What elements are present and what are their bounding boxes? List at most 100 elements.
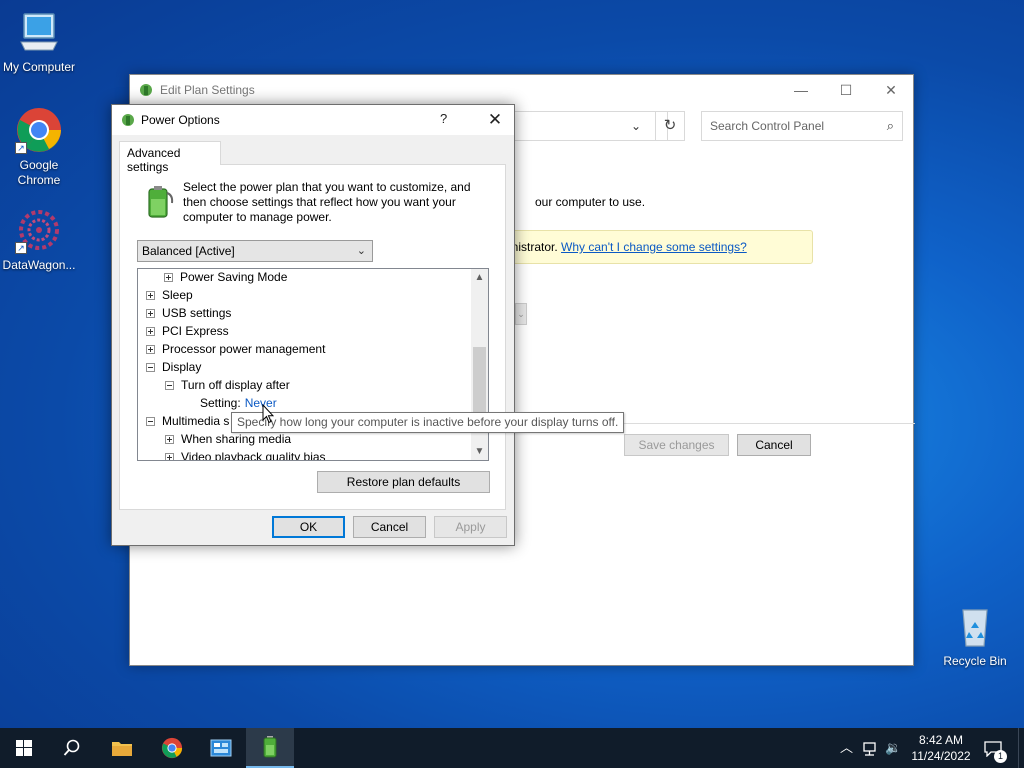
chevron-up-icon[interactable]: ︿ xyxy=(840,728,853,768)
cancel-button[interactable]: Cancel xyxy=(737,434,811,456)
refresh-icon[interactable]: ↻ xyxy=(655,111,685,141)
file-explorer-icon[interactable] xyxy=(98,728,146,768)
power-options-icon xyxy=(120,112,136,128)
tree-item-power-saving-mode[interactable]: Power Saving Mode xyxy=(164,269,288,286)
save-changes-button[interactable]: Save changes xyxy=(624,434,729,456)
tree-item-video-playback[interactable]: Video playback quality bias xyxy=(165,448,326,461)
address-bar[interactable]: ⌄ xyxy=(510,111,668,141)
chrome-icon[interactable] xyxy=(148,728,196,768)
clock-date: 11/24/2022 xyxy=(911,749,971,763)
mouse-cursor-icon xyxy=(262,403,275,427)
tree-item-processor-power[interactable]: Processor power management xyxy=(146,340,325,358)
dialog-title-bar[interactable]: Power Options ? ✕ xyxy=(112,105,514,135)
why-cant-change-link[interactable]: Why can't I change some settings? xyxy=(561,240,747,254)
intro-text: Select the power plan that you want to c… xyxy=(183,180,471,224)
close-button[interactable]: ✕ xyxy=(868,75,914,105)
expand-icon[interactable] xyxy=(146,345,155,354)
desktop-icon-chrome[interactable]: ↗ Google Chrome xyxy=(0,106,79,188)
tree-item-label: Video playback quality bias xyxy=(181,450,326,461)
system-clock[interactable]: 8:42 AM 11/24/2022 xyxy=(904,732,978,764)
title-bar[interactable]: Edit Plan Settings — ☐ ✕ xyxy=(130,75,913,105)
monitor-icon xyxy=(15,8,63,56)
scroll-down-icon[interactable]: ▼ xyxy=(471,443,488,460)
admin-info-bar: inistrator. Why can't I change some sett… xyxy=(508,230,813,264)
power-options-dialog: Power Options ? ✕ Advanced settings Sele… xyxy=(111,104,515,546)
collapse-icon[interactable] xyxy=(146,417,155,426)
tooltip: Specify how long your computer is inacti… xyxy=(231,412,625,433)
tree-item-label: Power Saving Mode xyxy=(180,270,288,284)
tree-item-label: When sharing media xyxy=(181,432,292,446)
power-options-taskbar-icon[interactable] xyxy=(246,728,294,768)
desktop-icon-my-computer[interactable]: My Computer xyxy=(0,8,79,75)
tree-item-usb-settings[interactable]: USB settings xyxy=(146,304,231,322)
desktop-icon-label: Google Chrome xyxy=(17,158,61,187)
scroll-up-icon[interactable]: ▲ xyxy=(471,269,488,286)
control-panel-icon[interactable] xyxy=(197,728,245,768)
shortcut-arrow-icon: ↗ xyxy=(15,242,27,254)
start-button[interactable] xyxy=(0,728,48,768)
desktop-icon-label: Recycle Bin xyxy=(943,654,1007,668)
search-icon[interactable] xyxy=(48,728,96,768)
notification-icon[interactable]: 1 xyxy=(984,728,1007,768)
show-desktop-button[interactable] xyxy=(1018,728,1024,768)
power-options-icon xyxy=(138,82,154,98)
collapse-icon[interactable] xyxy=(146,363,155,372)
collapse-icon[interactable] xyxy=(165,381,174,390)
tree-item-label: Display xyxy=(162,360,202,374)
chevron-down-icon: ⌄ xyxy=(515,303,527,325)
expand-icon[interactable] xyxy=(146,291,155,300)
tree-item-label: Turn off display after xyxy=(181,378,290,392)
maximize-button[interactable]: ☐ xyxy=(823,75,869,105)
expand-icon[interactable] xyxy=(164,273,173,282)
desktop-icon-label: My Computer xyxy=(2,60,76,74)
minimize-button[interactable]: — xyxy=(778,75,824,105)
desktop-icon-datawagon[interactable]: ↗ DataWagon... xyxy=(0,206,79,273)
expand-icon[interactable] xyxy=(165,435,174,444)
dialog-title: Power Options xyxy=(141,113,220,127)
tab-advanced-settings[interactable]: Advanced settings xyxy=(119,141,221,174)
battery-icon xyxy=(142,183,176,219)
apply-button[interactable]: Apply xyxy=(434,516,507,538)
volume-icon[interactable]: 🔉 xyxy=(885,728,901,768)
tree-item-display[interactable]: Display xyxy=(146,358,201,376)
search-placeholder: Search Control Panel xyxy=(710,119,825,133)
datawagon-icon: ↗ xyxy=(15,206,63,254)
dialog-cancel-button[interactable]: Cancel xyxy=(353,516,426,538)
chrome-icon: ↗ xyxy=(15,106,63,154)
info-text: inistrator. xyxy=(509,240,558,254)
advanced-settings-panel: Select the power plan that you want to c… xyxy=(119,164,506,510)
tree-item-sleep[interactable]: Sleep xyxy=(146,286,193,304)
shortcut-arrow-icon: ↗ xyxy=(15,142,27,154)
network-icon[interactable] xyxy=(862,728,880,768)
page-description: our computer to use. xyxy=(535,195,646,209)
tree-item-label: Multimedia s xyxy=(162,414,230,428)
tree-item-multimedia[interactable]: Multimedia s xyxy=(146,412,229,430)
window-title: Edit Plan Settings xyxy=(160,83,255,97)
recycle-bin-icon xyxy=(951,602,999,650)
search-icon[interactable]: ⌕ xyxy=(887,118,894,134)
dialog-close-button[interactable]: ✕ xyxy=(478,108,512,132)
scrollbar-thumb[interactable] xyxy=(473,347,486,419)
search-input[interactable]: Search Control Panel ⌕ xyxy=(701,111,903,141)
selected-plan: Balanced [Active] xyxy=(142,244,235,258)
help-button[interactable]: ? xyxy=(440,111,447,126)
tree-item-label: PCI Express xyxy=(162,324,229,338)
tree-item-pci-express[interactable]: PCI Express xyxy=(146,322,229,340)
expand-icon[interactable] xyxy=(165,453,174,460)
tree-item-label: Sleep xyxy=(162,288,193,302)
chevron-down-icon[interactable]: ⌄ xyxy=(631,119,641,133)
desktop-icon-recycle-bin[interactable]: Recycle Bin xyxy=(935,602,1015,669)
expand-icon[interactable] xyxy=(146,309,155,318)
power-plan-select[interactable]: Balanced [Active] ⌄ xyxy=(137,240,373,262)
clock-time: 8:42 AM xyxy=(918,733,964,747)
tree-item-turn-off-display[interactable]: Turn off display after xyxy=(165,376,290,394)
ok-button[interactable]: OK xyxy=(272,516,345,538)
restore-plan-defaults-button[interactable]: Restore plan defaults xyxy=(317,471,490,493)
chevron-down-icon: ⌄ xyxy=(356,245,366,257)
notification-badge: 1 xyxy=(994,750,1007,763)
taskbar: ︿ 🔉 8:42 AM 11/24/2022 1 xyxy=(0,728,1024,768)
desktop-icon-label: DataWagon... xyxy=(2,258,76,272)
setting-label: Setting: xyxy=(200,396,241,410)
expand-icon[interactable] xyxy=(146,327,155,336)
tree-item-label: Processor power management xyxy=(162,342,326,356)
